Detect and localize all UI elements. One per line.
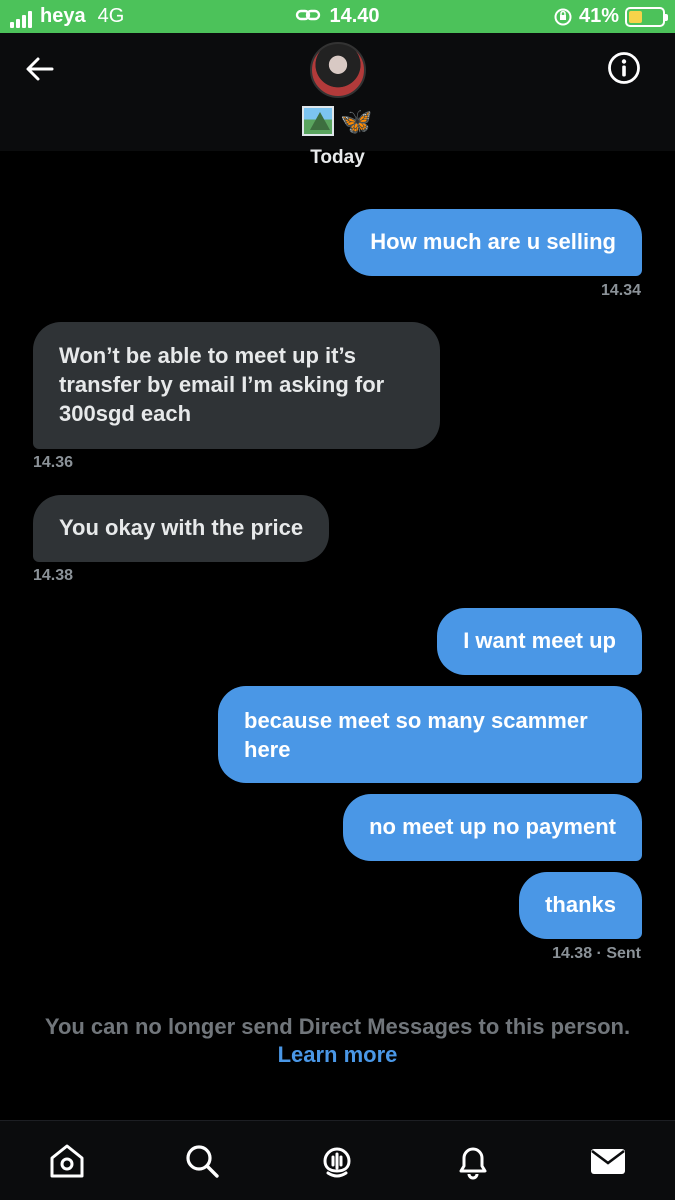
- avatar[interactable]: [310, 42, 366, 98]
- dm-disabled-notice: You can no longer send Direct Messages t…: [44, 1014, 631, 1039]
- status-bar: heya 4G 14.40 41%: [0, 0, 675, 33]
- message-text: Won’t be able to meet up it’s transfer b…: [59, 343, 385, 426]
- info-icon[interactable]: [607, 51, 641, 85]
- battery-info: 41%: [553, 5, 668, 28]
- message-text: no meet up no payment: [369, 814, 616, 839]
- bottom-tab-bar: [0, 1120, 675, 1200]
- message-bubble-outgoing[interactable]: thanks: [519, 872, 642, 939]
- message-bubble-outgoing[interactable]: How much are u selling: [344, 209, 642, 276]
- learn-more-link[interactable]: Learn more: [0, 1042, 675, 1068]
- date-divider: Today: [310, 147, 365, 168]
- rotation-lock-icon: [554, 8, 572, 25]
- message-text: because meet so many scammer here: [244, 708, 588, 762]
- butterfly-emoji: 🦋: [340, 106, 373, 136]
- mountain-photo-emoji-icon: [302, 106, 334, 136]
- battery-percent: 41%: [578, 5, 619, 27]
- message-timestamp: 14.38: [33, 567, 74, 584]
- mail-icon[interactable]: [588, 1141, 628, 1181]
- back-arrow-icon[interactable]: [22, 51, 58, 87]
- spaces-icon[interactable]: [317, 1141, 357, 1181]
- message-bubble-outgoing[interactable]: I want meet up: [437, 608, 642, 675]
- message-bubble-incoming[interactable]: You okay with the price: [33, 495, 330, 562]
- conversation-header: 🦋: [0, 33, 675, 151]
- message-timestamp-sent: 14.38 · Sent: [552, 945, 641, 962]
- message-timestamp: 14.36: [33, 454, 74, 471]
- message-bubble-outgoing[interactable]: because meet so many scammer here: [218, 686, 642, 783]
- message-text: thanks: [545, 892, 616, 917]
- status-time: 14.40: [329, 5, 380, 27]
- search-icon[interactable]: [182, 1141, 222, 1181]
- message-timestamp: 14.34: [600, 282, 641, 299]
- message-bubble-outgoing[interactable]: no meet up no payment: [343, 794, 642, 861]
- battery-icon: [625, 6, 668, 27]
- hotspot-link-icon: [296, 9, 321, 21]
- bell-icon[interactable]: [453, 1141, 493, 1181]
- message-bubble-incoming[interactable]: Won’t be able to meet up it’s transfer b…: [33, 322, 440, 449]
- message-text: You okay with the price: [59, 515, 304, 540]
- message-text: I want meet up: [463, 628, 616, 653]
- contact-name[interactable]: 🦋: [302, 106, 372, 136]
- message-text: How much are u selling: [370, 229, 616, 254]
- home-icon[interactable]: [47, 1141, 87, 1181]
